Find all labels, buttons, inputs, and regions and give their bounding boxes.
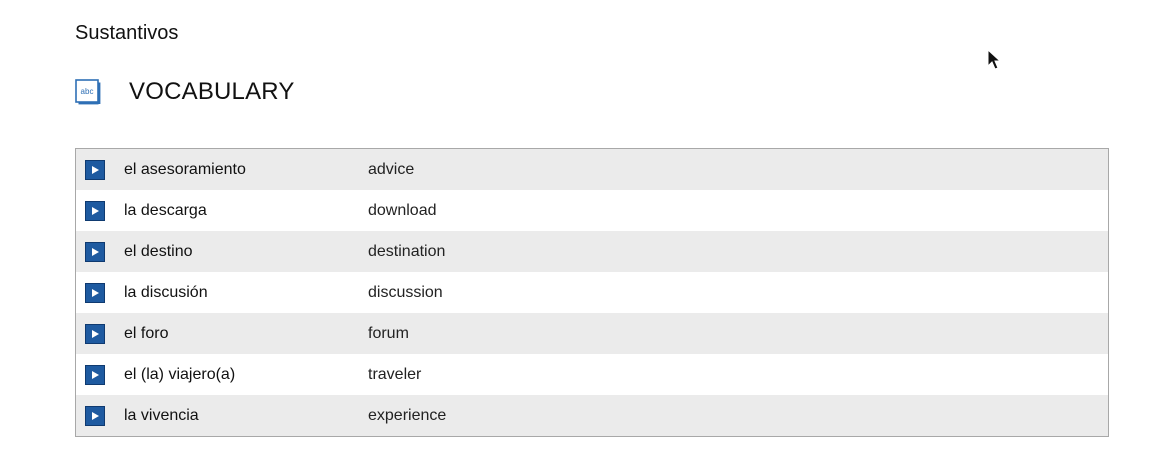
english-translation: forum <box>368 324 409 342</box>
abc-icon-label: abc <box>81 87 94 96</box>
spanish-term: la descarga <box>124 201 207 219</box>
spanish-term: la discusión <box>124 283 208 301</box>
play-icon <box>92 247 99 256</box>
vocabulary-row: el asesoramiento advice <box>76 149 1108 190</box>
english-translation: discussion <box>368 283 443 301</box>
spanish-term: la vivencia <box>124 406 199 424</box>
play-audio-button[interactable] <box>85 405 105 426</box>
play-audio-button[interactable] <box>85 364 105 385</box>
play-audio-button[interactable] <box>85 323 105 344</box>
english-translation: advice <box>368 160 415 178</box>
english-translation: traveler <box>368 365 422 383</box>
vocabulary-row: el foro forum <box>76 313 1108 354</box>
play-icon <box>92 329 99 338</box>
spanish-term: el (la) viajero(a) <box>124 365 236 383</box>
play-audio-button[interactable] <box>85 159 105 180</box>
english-translation: destination <box>368 242 446 260</box>
spanish-term: el foro <box>124 324 169 342</box>
vocabulary-row: la vivencia experience <box>76 395 1108 436</box>
play-audio-button[interactable] <box>85 241 105 262</box>
english-translation: experience <box>368 406 447 424</box>
vocabulary-table: el asesoramiento advice la descarga down… <box>75 148 1109 437</box>
play-icon <box>92 370 99 379</box>
play-audio-button[interactable] <box>85 200 105 221</box>
vocabulary-row: el (la) viajero(a) traveler <box>76 354 1108 395</box>
play-icon <box>92 165 99 174</box>
vocabulary-header: abc VOCABULARY <box>75 75 295 109</box>
vocabulary-row: la descarga download <box>76 190 1108 231</box>
mouse-cursor-icon <box>987 49 1002 70</box>
abc-book-icon: abc <box>75 79 101 105</box>
vocabulary-row: el destino destination <box>76 231 1108 272</box>
section-heading: Sustantivos <box>75 22 179 44</box>
english-translation: download <box>368 201 437 219</box>
vocabulary-row: la discusión discussion <box>76 272 1108 313</box>
play-icon <box>92 411 99 420</box>
spanish-term: el asesoramiento <box>124 160 246 178</box>
play-icon <box>92 206 99 215</box>
play-audio-button[interactable] <box>85 282 105 303</box>
spanish-term: el destino <box>124 242 193 260</box>
play-icon <box>92 288 99 297</box>
vocabulary-title: VOCABULARY <box>129 78 295 105</box>
